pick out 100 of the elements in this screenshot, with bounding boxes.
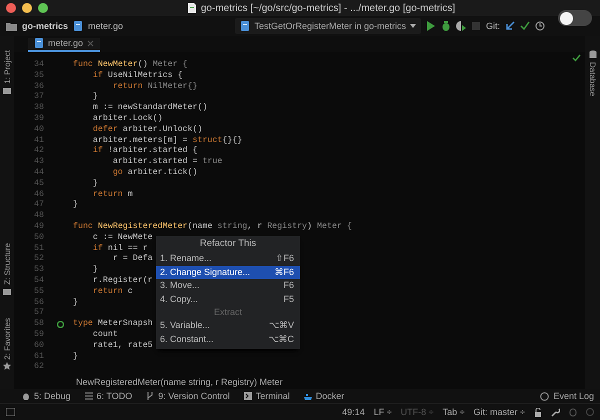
code-line: r = Defa — [112, 254, 153, 266]
indent-selector[interactable]: Tab ÷ — [442, 407, 465, 417]
commit-check-icon[interactable] — [520, 21, 530, 31]
line-number: 43 — [33, 157, 45, 168]
line-number: 54 — [33, 276, 45, 287]
tool-window-tab[interactable]: Z: Structure — [2, 242, 12, 285]
update-arrow-icon[interactable] — [505, 21, 515, 31]
line-number: 36 — [33, 82, 45, 92]
close-button[interactable] — [6, 3, 16, 13]
parameter-hint: NewRegisteredMeter(name string, r Registry) Meter — [75, 376, 284, 389]
run-configuration-dropdown[interactable]: TestGetOrRegisterMeter in go-metrics — [235, 18, 421, 34]
menu-item[interactable]: 5. Variable... ⌥⌘V — [156, 319, 300, 332]
window-title: go-metrics [~/go/src/go-metrics] - .../meter.go [go-metrics] — [200, 2, 456, 14]
git-branch-selector[interactable]: Git: master ÷ — [474, 407, 525, 417]
tool-window-button[interactable]: Terminal — [244, 391, 290, 401]
caret-icon — [410, 24, 416, 28]
file-icon — [34, 37, 44, 49]
code-line: } — [92, 178, 98, 190]
line-number: 39 — [33, 114, 45, 125]
editor-tab[interactable]: meter.go — [28, 38, 100, 52]
whale-icon — [304, 392, 312, 400]
code-line: func NewRegisteredMeter(name string, r Registry) Meter { — [73, 222, 352, 233]
line-number: 51 — [33, 244, 45, 254]
file-breadcrumb[interactable]: meter.go — [88, 21, 124, 31]
code-line: } — [92, 92, 98, 104]
project-breadcrumb[interactable]: go-metrics — [22, 21, 68, 31]
toggle-switch[interactable] — [558, 10, 592, 26]
line-number: 34 — [33, 60, 45, 71]
history-icon[interactable] — [535, 21, 545, 31]
coverage-icon[interactable] — [456, 21, 466, 31]
run-icon[interactable] — [426, 21, 436, 31]
code-line: return c — [92, 286, 133, 298]
tool-window-button[interactable]: 6: TODO — [84, 391, 132, 401]
menu-item[interactable]: 6. Constant... ⌥⌘C — [156, 332, 300, 346]
line-separator-selector[interactable]: LF ÷ — [374, 407, 392, 417]
line-number: 44 — [33, 168, 45, 179]
tool-window-button[interactable]: 9: Version Control — [146, 391, 230, 401]
line-number: 59 — [33, 330, 45, 341]
code-line: defer arbiter.Unlock() — [92, 124, 202, 136]
code-line: if nil == r — [92, 244, 148, 254]
code-line: return m — [92, 190, 133, 200]
section-header: Extract — [212, 306, 243, 319]
lock-icon[interactable] — [534, 408, 542, 416]
menu-item[interactable]: 3. Move... F6 — [156, 279, 300, 292]
line-number: 62 — [33, 362, 45, 374]
code-line: } — [73, 200, 78, 212]
line-number: 61 — [33, 352, 45, 362]
line-number: 35 — [33, 70, 45, 82]
bug-icon — [22, 392, 30, 400]
branch-icon — [146, 392, 154, 400]
line-number: 37 — [33, 92, 45, 104]
code-line: m := newStandardMeter() — [92, 103, 208, 114]
git-label: Git: — [486, 21, 500, 31]
code-line: if UseNilMetrics { — [92, 70, 183, 82]
tool-window-tab[interactable]: 1: Project — [2, 50, 12, 84]
line-number: 38 — [33, 103, 45, 114]
database-icon — [588, 50, 596, 59]
menu-item[interactable]: 1. Rename... ⇧F6 — [156, 252, 300, 266]
code-line: count — [92, 330, 118, 341]
code-line: if !arbiter.started { — [92, 146, 198, 157]
line-number: 58 — [33, 319, 45, 330]
menu-item[interactable]: 2. Change Signature... ⌘F6 — [156, 266, 300, 279]
line-number: 60 — [33, 340, 45, 352]
tool-window-button[interactable]: 5: Debug — [22, 391, 71, 401]
code-line: arbiter.started = true — [112, 157, 222, 168]
caret-position[interactable]: 49:14 — [342, 407, 365, 417]
code-line: } — [73, 298, 78, 308]
file-icon — [240, 20, 250, 32]
popup-title: Refactor This — [198, 237, 258, 251]
line-number: 45 — [33, 178, 45, 190]
code-line: type MeterSnapsh — [73, 319, 153, 330]
panel-icon[interactable] — [6, 408, 15, 416]
code-line: arbiter.meters[m] = struct{}{} — [92, 136, 242, 146]
zoom-button[interactable] — [38, 3, 48, 13]
close-icon[interactable] — [87, 40, 94, 46]
code-line: } — [73, 352, 78, 362]
file-icon — [73, 20, 84, 32]
code-line: func NewMeter() Meter { — [73, 60, 188, 71]
tool-window-tab[interactable]: 2: Favorites — [2, 318, 12, 360]
line-number: 40 — [33, 124, 45, 136]
implemented-icon[interactable] — [57, 321, 64, 328]
code-line: go arbiter.tick() — [112, 168, 198, 179]
line-number: 53 — [33, 265, 45, 276]
bug-icon[interactable] — [440, 21, 451, 31]
tool-window-tab[interactable]: Database — [588, 62, 597, 96]
line-number: 42 — [33, 146, 45, 158]
menu-item[interactable]: 4. Copy... F5 — [156, 292, 300, 306]
line-number: 49 — [33, 222, 45, 233]
code-line: } — [92, 265, 98, 276]
line-number: 50 — [33, 232, 45, 244]
line-number: 52 — [33, 254, 45, 266]
minimize-button[interactable] — [22, 3, 32, 13]
tool-window-button[interactable]: Docker — [304, 391, 344, 401]
code-line: c := NewMete — [92, 232, 153, 244]
line-number: 47 — [33, 200, 45, 212]
line-number: 56 — [33, 298, 45, 308]
event-log-button[interactable]: Event Log — [540, 391, 594, 401]
code-line: rate1, rate5 — [92, 340, 153, 352]
line-number: 48 — [33, 211, 45, 222]
terminal-icon — [244, 392, 252, 400]
